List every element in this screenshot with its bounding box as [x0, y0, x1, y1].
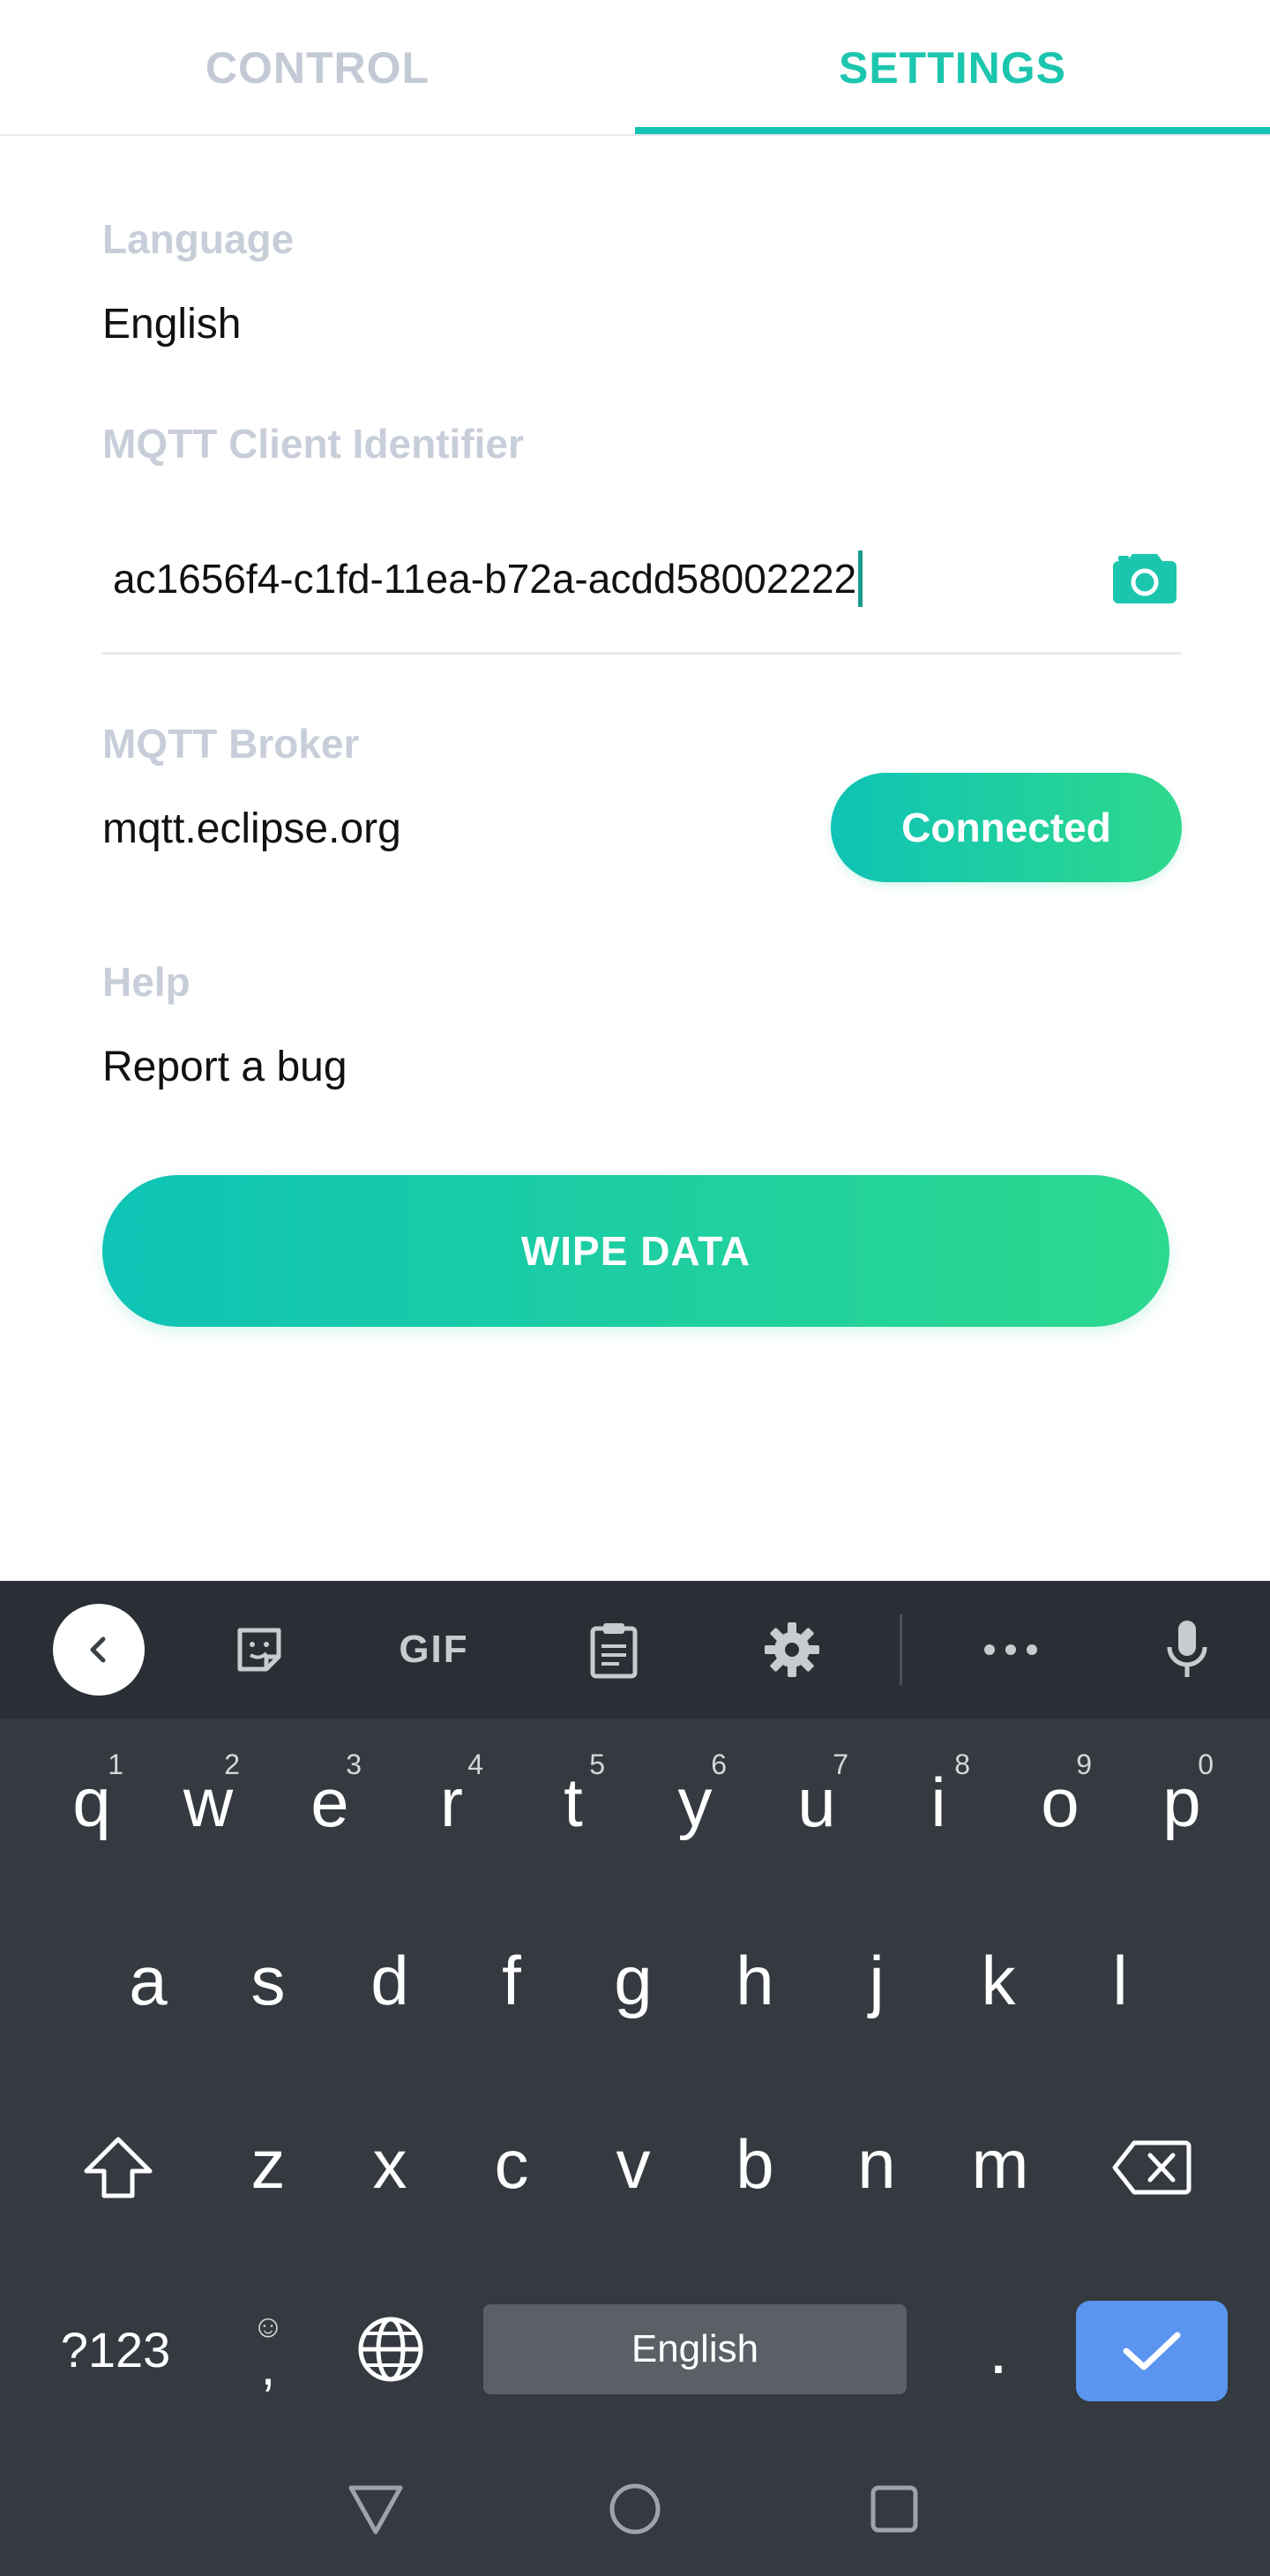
key-d[interactable]: d — [355, 1932, 425, 2029]
key-hint: 5 — [589, 1749, 605, 1780]
tab-control[interactable]: CONTROL — [0, 0, 635, 136]
key-v[interactable]: v — [598, 2115, 669, 2213]
broker-value[interactable]: mqtt.eclipse.org — [102, 805, 401, 853]
nav-home-icon[interactable] — [605, 2479, 665, 2539]
connected-button[interactable]: Connected — [831, 773, 1182, 882]
key-hint: 4 — [467, 1749, 483, 1780]
report-bug-link[interactable]: Report a bug — [102, 1043, 347, 1091]
sticker-icon[interactable] — [215, 1606, 303, 1694]
key-s[interactable]: s — [233, 1932, 303, 2029]
key-o[interactable]: o9 — [1025, 1749, 1095, 1851]
key-r[interactable]: r4 — [416, 1749, 487, 1851]
key-f[interactable]: f — [476, 1932, 547, 2029]
broker-label: MQTT Broker — [102, 721, 360, 767]
backspace-icon — [1112, 2140, 1192, 2195]
back-icon[interactable] — [53, 1604, 145, 1696]
more-icon[interactable] — [967, 1606, 1055, 1694]
comma-key[interactable]: ☺ , — [236, 2292, 300, 2407]
clipboard-icon[interactable] — [570, 1606, 658, 1694]
key-e[interactable]: e3 — [295, 1749, 365, 1851]
key-hint: 6 — [711, 1749, 727, 1780]
soft-keyboard: GIF q 1 w 2 e 3 r 4 t 5 y 6 u 7 i 8 o 9 … — [0, 1581, 1270, 2576]
key-label: r — [440, 1763, 463, 1841]
key-u[interactable]: u7 — [781, 1749, 852, 1851]
shift-key[interactable] — [74, 2119, 162, 2216]
client-id-field[interactable]: ac1656f4-c1fd-11ea-b72a-acdd58002222 — [102, 529, 1182, 655]
key-hint: 3 — [346, 1749, 362, 1780]
gif-label: GIF — [399, 1628, 469, 1671]
settings-icon[interactable] — [748, 1606, 836, 1694]
key-label: p — [1162, 1763, 1201, 1841]
key-hint: 7 — [833, 1749, 848, 1780]
keyboard-toolbar: GIF — [0, 1581, 1270, 1719]
key-hint: 9 — [1076, 1749, 1092, 1780]
client-id-label: MQTT Client Identifier — [102, 421, 524, 467]
key-j[interactable]: j — [841, 1932, 912, 2029]
key-p[interactable]: p0 — [1147, 1749, 1217, 1851]
key-a[interactable]: a — [113, 1932, 183, 2029]
globe-icon — [358, 2317, 423, 2382]
system-nav-bar — [0, 2428, 1270, 2576]
active-tab-indicator — [635, 127, 1270, 134]
tab-settings[interactable]: SETTINGS — [635, 0, 1270, 136]
key-x[interactable]: x — [355, 2115, 425, 2213]
microphone-icon[interactable] — [1143, 1606, 1231, 1694]
key-l[interactable]: l — [1085, 1932, 1155, 2029]
client-id-text: ac1656f4-c1fd-11ea-b72a-acdd58002222 — [113, 556, 857, 602]
key-c[interactable]: c — [476, 2115, 547, 2213]
key-y[interactable]: y6 — [660, 1749, 730, 1851]
nav-back-icon[interactable] — [346, 2479, 406, 2539]
space-bar[interactable]: English — [483, 2304, 907, 2394]
key-label: u — [797, 1763, 836, 1841]
camera-icon[interactable] — [1111, 550, 1178, 607]
key-hint: 8 — [954, 1749, 970, 1780]
wipe-data-button[interactable]: WIPE DATA — [102, 1175, 1169, 1327]
key-z[interactable]: z — [233, 2115, 303, 2213]
key-label: t — [564, 1763, 583, 1841]
text-cursor — [858, 550, 863, 607]
key-hint: 0 — [1198, 1749, 1214, 1780]
backspace-key[interactable] — [1108, 2119, 1196, 2216]
key-label: y — [677, 1763, 713, 1841]
key-g[interactable]: g — [598, 1932, 669, 2029]
key-w[interactable]: w2 — [173, 1749, 243, 1851]
key-t[interactable]: t5 — [538, 1749, 609, 1851]
key-h[interactable]: h — [720, 1932, 790, 2029]
comma-label: , — [260, 2337, 276, 2396]
tab-bar: CONTROL SETTINGS — [0, 0, 1270, 136]
symbols-key[interactable]: ?123 — [49, 2301, 182, 2398]
toolbar-divider — [900, 1614, 902, 1685]
key-label: q — [72, 1763, 111, 1841]
key-label: e — [310, 1763, 349, 1841]
key-q[interactable]: q1 — [56, 1749, 127, 1851]
language-value[interactable]: English — [102, 300, 241, 348]
language-label: Language — [102, 216, 295, 262]
key-hint: 1 — [108, 1749, 123, 1780]
nav-recents-icon[interactable] — [864, 2479, 924, 2539]
help-label: Help — [102, 959, 190, 1005]
key-label: o — [1041, 1763, 1080, 1841]
key-k[interactable]: k — [963, 1932, 1034, 2029]
language-key[interactable] — [349, 2301, 432, 2398]
client-id-input[interactable]: ac1656f4-c1fd-11ea-b72a-acdd58002222 — [113, 543, 995, 614]
key-n[interactable]: n — [841, 2115, 912, 2213]
enter-key[interactable] — [1076, 2301, 1228, 2401]
key-i[interactable]: i8 — [903, 1749, 974, 1851]
gif-icon[interactable]: GIF — [390, 1606, 478, 1694]
key-label: i — [930, 1763, 946, 1841]
shift-icon — [84, 2137, 153, 2198]
key-hint: 2 — [224, 1749, 240, 1780]
key-b[interactable]: b — [720, 2115, 790, 2213]
period-key[interactable]: . — [963, 2301, 1034, 2398]
key-m[interactable]: m — [956, 2115, 1044, 2213]
check-icon — [1123, 2332, 1181, 2370]
